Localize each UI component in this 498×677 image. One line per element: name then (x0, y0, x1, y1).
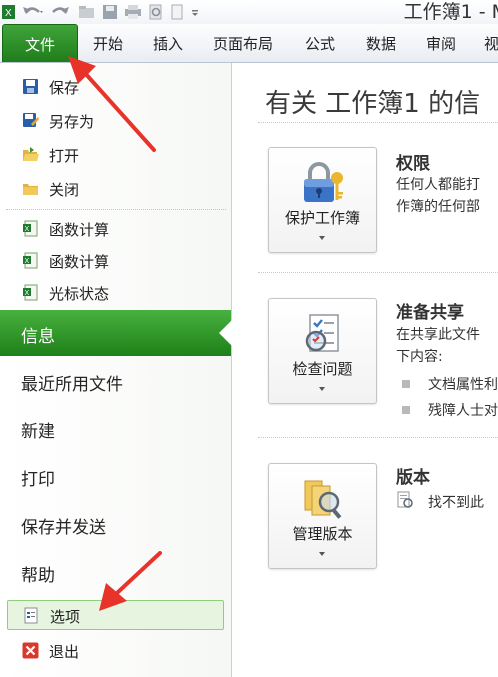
tab-home[interactable]: 开始 (93, 24, 123, 62)
prepare-sharing-title: 准备共享 (396, 303, 464, 323)
manage-versions-button[interactable]: 管理版本 (268, 463, 377, 569)
nav-save-send[interactable]: 保存并发送 (0, 501, 231, 547)
quick-access-toolbar: X (0, 0, 200, 24)
bullet-text: 文档属性利 (428, 377, 498, 393)
versions-icon (304, 480, 342, 519)
nav-print-label: 打印 (21, 470, 55, 490)
recent-file-item[interactable]: X 光标状态 (0, 277, 231, 307)
section-separator (258, 272, 498, 273)
open-label: 打开 (49, 147, 80, 165)
nav-help[interactable]: 帮助 (0, 549, 231, 595)
document-versions-icon (397, 491, 413, 508)
open-folder-icon (23, 147, 39, 161)
tab-view[interactable]: 视 (484, 24, 498, 62)
options-icon (24, 607, 38, 624)
prepare-sharing-description: 下内容: (396, 349, 443, 365)
nav-new[interactable]: 新建 (0, 405, 231, 451)
nav-recent-label: 最近所用文件 (21, 375, 123, 395)
save-icon (23, 79, 38, 94)
dropdown-arrow-icon (319, 236, 325, 240)
nav-recent[interactable]: 最近所用文件 (0, 358, 231, 404)
ribbon-tab-bar: 文件 开始 插入 页面布局 公式 数据 审阅 视 (0, 24, 498, 63)
excel-file-icon: X (23, 284, 38, 301)
manage-versions-label: 管理版本 (292, 525, 353, 543)
bullet-icon (402, 406, 410, 414)
recent-file-item[interactable]: X 函数计算 (0, 213, 231, 243)
lock-key-icon (304, 162, 343, 202)
options-command[interactable]: 选项 (7, 600, 224, 630)
recent-file-label: 函数计算 (49, 221, 110, 239)
exit-label: 退出 (49, 643, 80, 661)
title-bar: X 工作簿1 - M (0, 0, 498, 24)
section-separator (258, 437, 498, 438)
save-as-label: 另存为 (49, 113, 95, 131)
svg-text:X: X (5, 8, 12, 19)
info-panel: 有关 工作簿1 的信 保护工作簿 权限 任何人都能打 作簿的任何部 检查问题 准… (232, 63, 498, 677)
close-folder-icon (23, 184, 38, 195)
permissions-description: 任何人都能打 (396, 177, 480, 193)
protect-workbook-button[interactable]: 保护工作簿 (268, 147, 377, 253)
save-label: 保存 (49, 79, 80, 97)
exit-command[interactable]: 退出 (0, 635, 231, 665)
dropdown-arrow-icon (319, 552, 325, 556)
tab-formulas[interactable]: 公式 (305, 24, 335, 62)
nav-info-label: 信息 (21, 327, 55, 347)
print-icon[interactable] (124, 4, 142, 20)
tab-page-layout[interactable]: 页面布局 (213, 24, 273, 62)
svg-text:X: X (25, 226, 30, 233)
nav-new-label: 新建 (21, 422, 55, 442)
tab-insert[interactable]: 插入 (153, 24, 183, 62)
nav-info[interactable]: 信息 (0, 310, 232, 356)
nav-print[interactable]: 打印 (0, 453, 231, 499)
bullet-text: 残障人士对 (428, 403, 498, 419)
window-title: 工作簿1 - M (403, 1, 498, 23)
close-label: 关闭 (49, 181, 80, 199)
nav-help-label: 帮助 (21, 566, 55, 586)
backstage-nav: 保存 另存为 打开 关闭 X 函数计算 X 函数计算 X 光标状态 信息 最近所… (0, 63, 232, 677)
save-as-command[interactable]: 另存为 (0, 105, 231, 135)
excel-file-icon: X (23, 220, 38, 237)
tab-file[interactable]: 文件 (2, 24, 78, 62)
customize-qat-icon[interactable] (190, 4, 200, 20)
check-for-issues-label: 检查问题 (292, 360, 353, 378)
open-icon[interactable] (78, 4, 96, 20)
versions-description: 找不到此 (428, 495, 484, 511)
open-command[interactable]: 打开 (0, 139, 231, 169)
undo-icon[interactable] (22, 4, 44, 20)
protect-workbook-label: 保护工作簿 (284, 209, 360, 227)
recent-file-label: 函数计算 (49, 253, 110, 271)
nav-separator (6, 209, 226, 210)
svg-text:X: X (25, 290, 30, 297)
print-preview-icon[interactable] (148, 4, 164, 20)
nav-save-send-label: 保存并发送 (21, 518, 106, 538)
check-for-issues-button[interactable]: 检查问题 (268, 298, 377, 404)
save-command[interactable]: 保存 (0, 71, 231, 101)
tab-review[interactable]: 审阅 (426, 24, 456, 62)
permissions-description: 作簿的任何部 (396, 199, 480, 215)
page-title: 有关 工作簿1 的信 (265, 89, 481, 119)
recent-file-item[interactable]: X 函数计算 (0, 245, 231, 275)
permissions-title: 权限 (396, 154, 430, 174)
dropdown-arrow-icon (319, 387, 325, 391)
active-indicator (219, 320, 232, 346)
excel-app-icon[interactable]: X (2, 4, 16, 20)
tab-data[interactable]: 数据 (366, 24, 396, 62)
redo-icon[interactable] (50, 4, 72, 20)
excel-file-icon: X (23, 252, 38, 269)
exit-icon (22, 642, 39, 659)
options-label: 选项 (50, 608, 81, 626)
heading-separator (258, 122, 498, 123)
new-document-icon[interactable] (170, 4, 184, 20)
versions-title: 版本 (396, 468, 430, 488)
prepare-sharing-description: 在共享此文件 (396, 327, 480, 343)
save-icon[interactable] (102, 4, 118, 20)
inspect-document-icon (305, 314, 339, 352)
close-command[interactable]: 关闭 (0, 173, 231, 203)
bullet-icon (402, 380, 410, 388)
svg-text:X: X (25, 258, 30, 265)
save-as-icon (23, 113, 39, 127)
recent-file-label: 光标状态 (49, 285, 110, 303)
